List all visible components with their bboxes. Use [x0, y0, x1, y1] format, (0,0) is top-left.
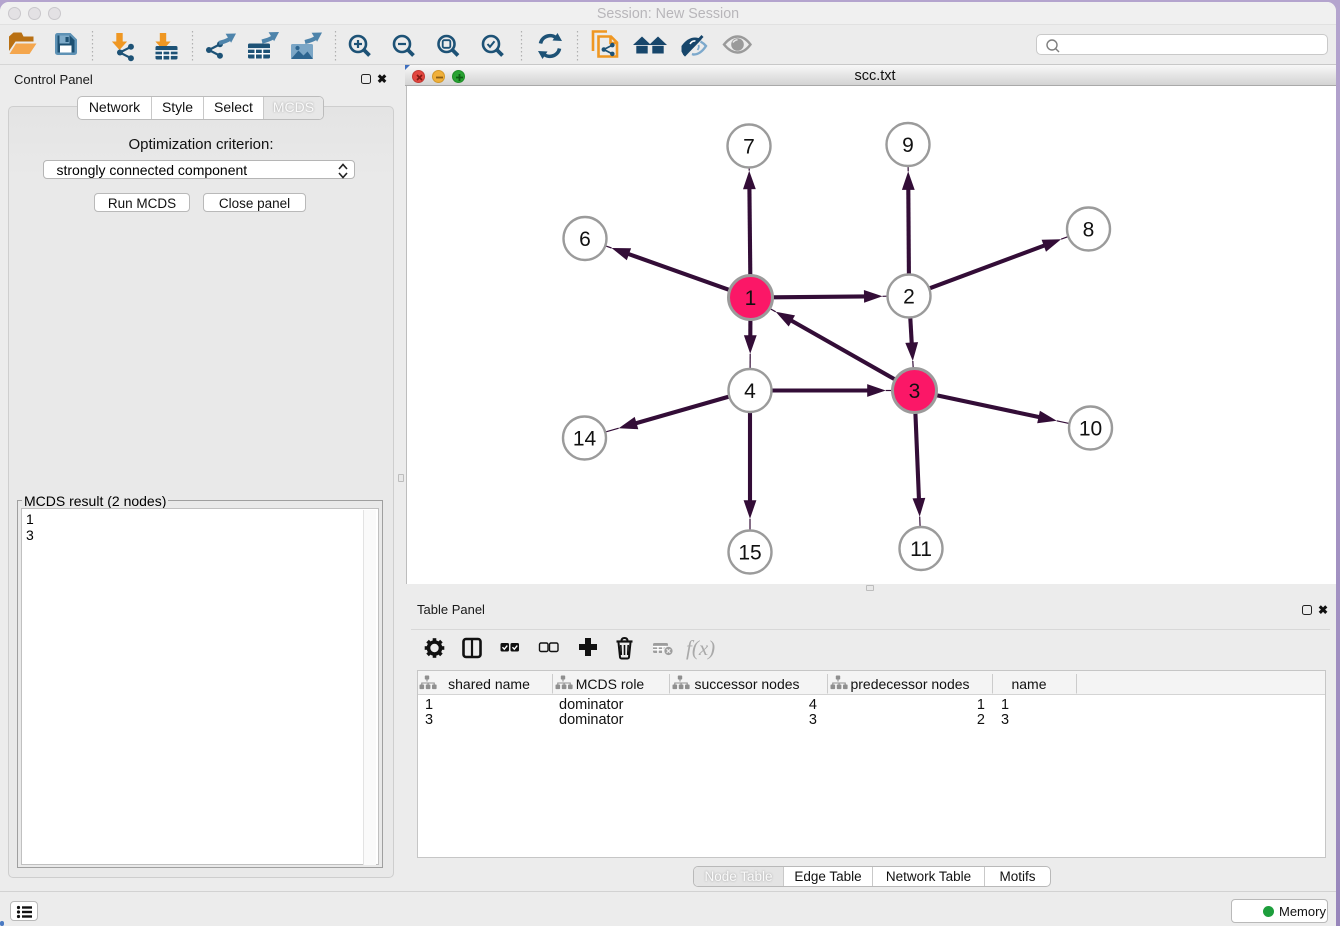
- svg-text:MCDS role: MCDS role: [576, 676, 645, 692]
- svg-text:8: 8: [1083, 219, 1095, 242]
- svg-text:successor nodes: successor nodes: [694, 676, 799, 692]
- svg-text:f(x): f(x): [686, 636, 715, 660]
- svg-text:6: 6: [579, 228, 591, 251]
- svg-text:11: 11: [910, 538, 932, 561]
- svg-text:1: 1: [745, 287, 757, 310]
- svg-text:14: 14: [573, 428, 597, 451]
- svg-text:10: 10: [1079, 418, 1102, 441]
- svg-text:7: 7: [743, 136, 755, 159]
- svg-text:3: 3: [909, 380, 921, 403]
- svg-text:15: 15: [738, 542, 761, 565]
- svg-text:4: 4: [744, 380, 756, 403]
- svg-text:name: name: [1011, 676, 1046, 692]
- svg-text:2: 2: [903, 286, 915, 309]
- svg-text:shared name: shared name: [448, 676, 530, 692]
- svg-text:predecessor nodes: predecessor nodes: [850, 676, 969, 692]
- svg-text:9: 9: [902, 134, 914, 157]
